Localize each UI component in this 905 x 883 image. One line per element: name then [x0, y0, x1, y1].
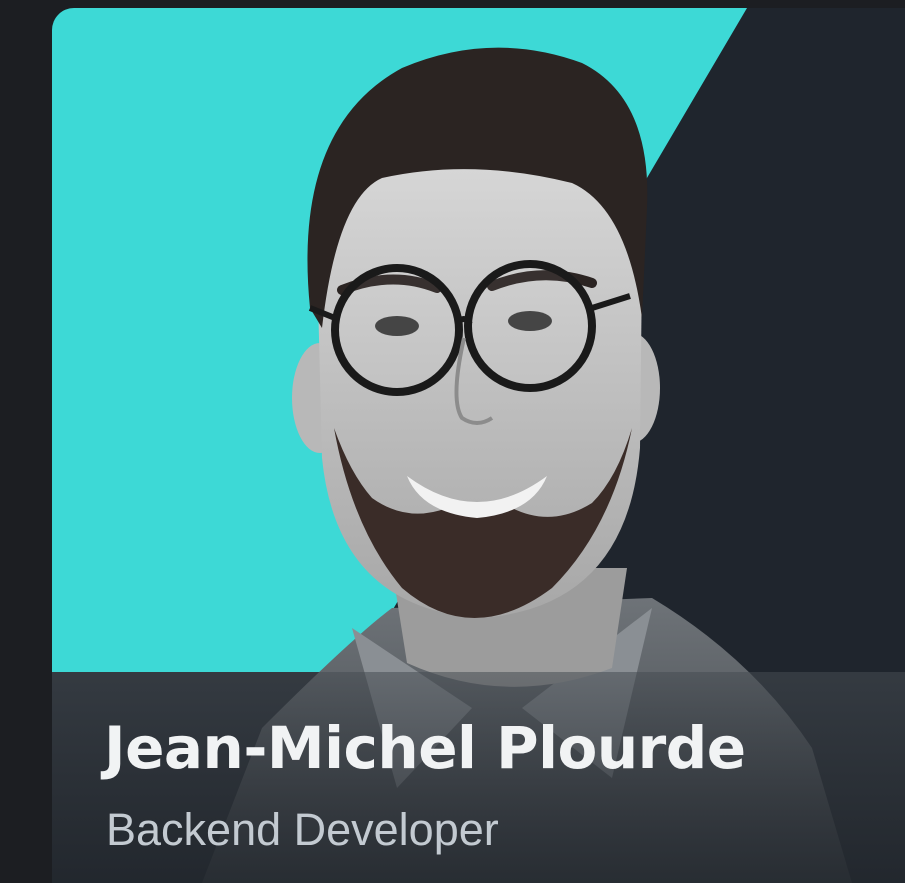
glasses-lens-right — [464, 260, 596, 392]
person-name: Jean-Michel Plourde — [104, 714, 746, 782]
glasses-lens-left — [331, 264, 463, 396]
person-role: Backend Developer — [106, 804, 499, 855]
profile-card: Jean-Michel Plourde Backend Developer — [52, 8, 905, 883]
